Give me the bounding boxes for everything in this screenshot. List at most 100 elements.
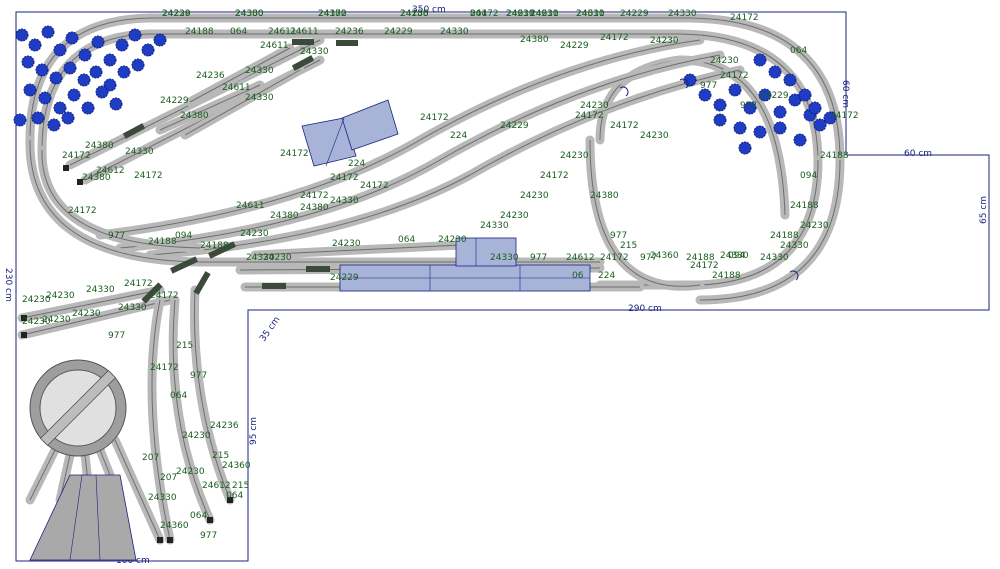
track-part-label: 24229 bbox=[500, 121, 529, 131]
track-part-label: 24236 bbox=[210, 421, 239, 431]
track-part-label: 24360 bbox=[650, 251, 679, 261]
track-part-label: 24172 bbox=[68, 206, 97, 216]
track-part-label: 24330 bbox=[235, 9, 264, 19]
track-part-label: 24230 bbox=[72, 309, 101, 319]
track-part-label: 24230 bbox=[800, 221, 829, 231]
track-part-label: 977 bbox=[700, 81, 717, 91]
track-part-label: 24330 bbox=[125, 147, 154, 157]
track-part-label: 24330 bbox=[86, 285, 115, 295]
buffer-stop bbox=[207, 517, 213, 523]
track-part-label: 24172 bbox=[540, 171, 569, 181]
track-part-label: 24380 bbox=[180, 111, 209, 121]
tree bbox=[91, 35, 105, 49]
track-part-label: 24172 bbox=[730, 13, 759, 23]
track-part-label: 977 bbox=[190, 371, 207, 381]
dim-step-width: 60 cm bbox=[904, 149, 932, 159]
tree bbox=[35, 63, 49, 77]
track-part-label: 24230 bbox=[640, 131, 669, 141]
track-part-label: 064 bbox=[398, 235, 415, 245]
track-part-label: 24230 bbox=[650, 36, 679, 46]
tree bbox=[78, 48, 92, 62]
track-part-label: 064 bbox=[170, 391, 187, 401]
dim-right-lower-depth: 65 cm bbox=[979, 196, 989, 224]
track-plan: 350 cm 60 cm 60 cm 65 cm 230 cm 290 cm 3… bbox=[3, 5, 990, 566]
track-part-label: 24172 bbox=[690, 261, 719, 271]
tree bbox=[15, 28, 29, 42]
track-part-label: 24330 bbox=[760, 253, 789, 263]
track-part-label: 224 bbox=[348, 159, 365, 169]
track-part-label: 094 bbox=[800, 171, 817, 181]
tree bbox=[28, 38, 42, 52]
track-part-label: 24230 bbox=[182, 431, 211, 441]
track-part-label: 24380 bbox=[300, 203, 329, 213]
track-part-label: 24330 bbox=[245, 93, 274, 103]
tree bbox=[89, 65, 103, 79]
dim-branch-height: 95 cm bbox=[249, 417, 259, 445]
track-part-label: 24188 bbox=[770, 231, 799, 241]
dim-left-height: 230 cm bbox=[3, 268, 13, 302]
track-part-label: 24360 bbox=[222, 461, 251, 471]
track-part-label: 24380 bbox=[270, 211, 299, 221]
track-part-label: 24330 bbox=[148, 493, 177, 503]
track-part-label: 24380 bbox=[85, 141, 114, 151]
tree bbox=[713, 113, 727, 127]
track-part-label: 24230 bbox=[42, 315, 71, 325]
track-part-label: 24330 bbox=[480, 221, 509, 231]
track-part-label: 24230 bbox=[332, 239, 361, 249]
track-part-label: 24330 bbox=[780, 241, 809, 251]
tree bbox=[21, 55, 35, 69]
tree bbox=[733, 121, 747, 135]
track-part-label: 24380 bbox=[590, 191, 619, 201]
tree bbox=[117, 65, 131, 79]
track-part-label: 24172 bbox=[280, 149, 309, 159]
tree bbox=[103, 53, 117, 67]
track-part-label: 064 bbox=[230, 27, 247, 37]
tree bbox=[128, 28, 142, 42]
track-part-label: 207 bbox=[160, 473, 177, 483]
track-part-label: 24172 bbox=[330, 173, 359, 183]
dim-bottom-width: 290 cm bbox=[628, 304, 662, 314]
track-part-label: 24360 bbox=[160, 521, 189, 531]
track-part-label: 24230 bbox=[500, 211, 529, 221]
track-part-label: 24172 bbox=[134, 171, 163, 181]
buffer-stop bbox=[167, 537, 173, 543]
tree bbox=[131, 58, 145, 72]
turntable bbox=[29, 359, 127, 457]
track-part-label: 24172 bbox=[470, 9, 499, 19]
track-part-label: 977 bbox=[108, 231, 125, 241]
tree bbox=[81, 101, 95, 115]
track-part-label: 24230 bbox=[162, 9, 191, 19]
fiddle-yard-platform bbox=[339, 264, 591, 292]
tree bbox=[713, 98, 727, 112]
tree bbox=[38, 91, 52, 105]
tree bbox=[783, 73, 797, 87]
track-part-label: 224 bbox=[450, 131, 467, 141]
track-part-label: 24229 bbox=[384, 27, 413, 37]
track-part-label: 24330 bbox=[245, 66, 274, 76]
track-part-label: 224 bbox=[598, 271, 615, 281]
track-part-label: 24230 bbox=[580, 101, 609, 111]
track-part-label: 977 bbox=[610, 231, 627, 241]
track-part-label: 207 bbox=[142, 453, 159, 463]
track-part-label: 24229 bbox=[160, 96, 189, 106]
track-part-label: 977 bbox=[530, 253, 547, 263]
tree bbox=[773, 105, 787, 119]
track-part-label: 24172 bbox=[575, 111, 604, 121]
track-part-label: 24172 bbox=[124, 279, 153, 289]
tree bbox=[47, 118, 61, 132]
track-part-label: 24188 bbox=[712, 271, 741, 281]
tree bbox=[67, 88, 81, 102]
tree bbox=[753, 53, 767, 67]
track-part-label: 064 bbox=[226, 491, 243, 501]
track-part-label: 24230 bbox=[46, 291, 75, 301]
track-part-label: 24188 bbox=[148, 237, 177, 247]
track-part-label: 24230 bbox=[176, 467, 205, 477]
track-part-label: 24188 bbox=[790, 201, 819, 211]
track-part-label: 215 bbox=[232, 481, 249, 491]
tree bbox=[49, 71, 63, 85]
tree bbox=[31, 111, 45, 125]
track-part-label: 24172 bbox=[360, 181, 389, 191]
tree bbox=[53, 43, 67, 57]
track-part-label: 24330 bbox=[300, 47, 329, 57]
track-part-label: 24172 bbox=[600, 253, 629, 263]
